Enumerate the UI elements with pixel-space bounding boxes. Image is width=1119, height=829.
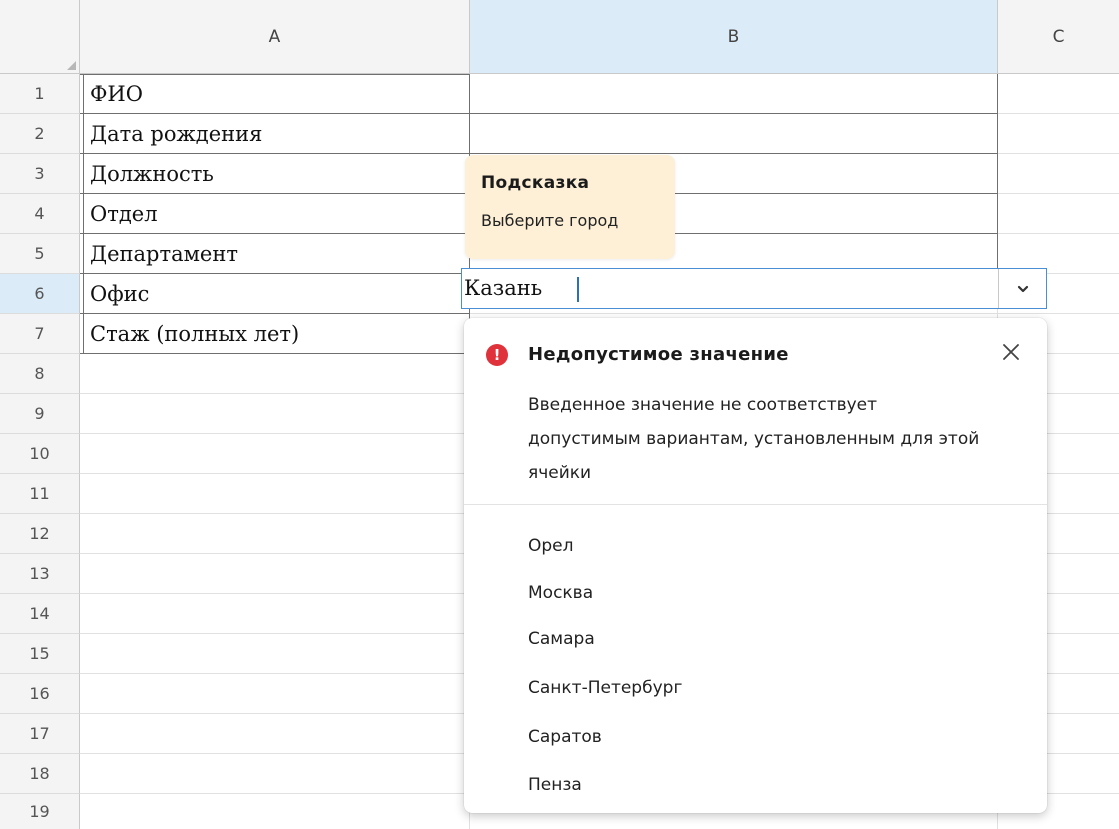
option-item[interactable]: Москва [528, 583, 593, 603]
row-header[interactable]: 4 [0, 194, 80, 234]
row-header[interactable]: 5 [0, 234, 80, 274]
table-border [80, 153, 470, 154]
option-item[interactable]: Санкт-Петербург [528, 678, 682, 698]
cell-a4[interactable]: Отдел [90, 195, 158, 233]
cell-a7[interactable]: Стаж (полных лет) [90, 315, 299, 353]
option-item[interactable]: Самара [528, 629, 595, 649]
cell-a1[interactable]: ФИО [90, 75, 143, 113]
row-header[interactable]: 12 [0, 514, 80, 554]
table-border [80, 273, 470, 274]
chevron-down-icon [1017, 285, 1028, 292]
row-header[interactable]: 14 [0, 594, 80, 634]
error-message: Введенное значение не соответствует допу… [528, 395, 980, 483]
table-border [80, 313, 470, 314]
row-header[interactable]: 18 [0, 754, 80, 794]
row-header[interactable]: 17 [0, 714, 80, 754]
text-caret [577, 277, 579, 302]
active-cell-b6[interactable]: Казань [461, 268, 1047, 309]
select-all-corner[interactable] [0, 0, 80, 74]
row-header[interactable]: 3 [0, 154, 80, 194]
table-border [80, 193, 470, 194]
hint-text: Выберите город [481, 211, 619, 230]
row-header[interactable]: 7 [0, 314, 80, 354]
row-header[interactable]: 15 [0, 634, 80, 674]
spreadsheet: A B C 1 2 3 4 5 6 7 8 9 10 11 12 13 14 1… [0, 0, 1119, 829]
row-header[interactable]: 2 [0, 114, 80, 154]
option-item[interactable]: Пенза [528, 775, 582, 795]
cell-a3[interactable]: Должность [90, 155, 214, 193]
validation-error-popup: ! Недопустимое значение Введенное значен… [464, 318, 1047, 813]
option-item[interactable]: Саратов [528, 727, 602, 747]
close-icon [1003, 344, 1019, 360]
option-item[interactable]: Орел [528, 536, 574, 556]
table-border [470, 153, 998, 154]
row-header[interactable]: 9 [0, 394, 80, 434]
cell-a2[interactable]: Дата рождения [90, 115, 262, 153]
column-header-a[interactable]: A [80, 0, 470, 74]
row-header[interactable]: 8 [0, 354, 80, 394]
row-header[interactable]: 16 [0, 674, 80, 714]
cell-a5[interactable]: Департамент [90, 235, 238, 273]
column-header-c[interactable]: C [998, 0, 1119, 74]
divider [464, 504, 1047, 505]
close-button[interactable] [999, 340, 1023, 364]
table-border [997, 74, 998, 269]
row-header[interactable]: 11 [0, 474, 80, 514]
column-header-b[interactable]: B [470, 0, 998, 74]
cell-b6-value[interactable]: Казань [464, 269, 542, 308]
row-header-selected[interactable]: 6 [0, 274, 80, 314]
dropdown-button[interactable] [998, 269, 1046, 308]
table-border [80, 113, 470, 114]
input-hint-tooltip: Подсказка Выберите город [465, 155, 675, 259]
table-border [83, 74, 84, 354]
cell-a6[interactable]: Офис [90, 275, 149, 313]
error-title: Недопустимое значение [528, 344, 789, 365]
row-header[interactable]: 13 [0, 554, 80, 594]
select-all-icon [67, 61, 76, 70]
row-header[interactable]: 10 [0, 434, 80, 474]
row-header[interactable]: 19 [0, 794, 80, 829]
row-header[interactable]: 1 [0, 74, 80, 114]
table-border [80, 233, 470, 234]
table-border [80, 353, 470, 354]
error-icon: ! [486, 344, 508, 366]
hint-title: Подсказка [481, 173, 590, 193]
table-border [470, 113, 998, 114]
